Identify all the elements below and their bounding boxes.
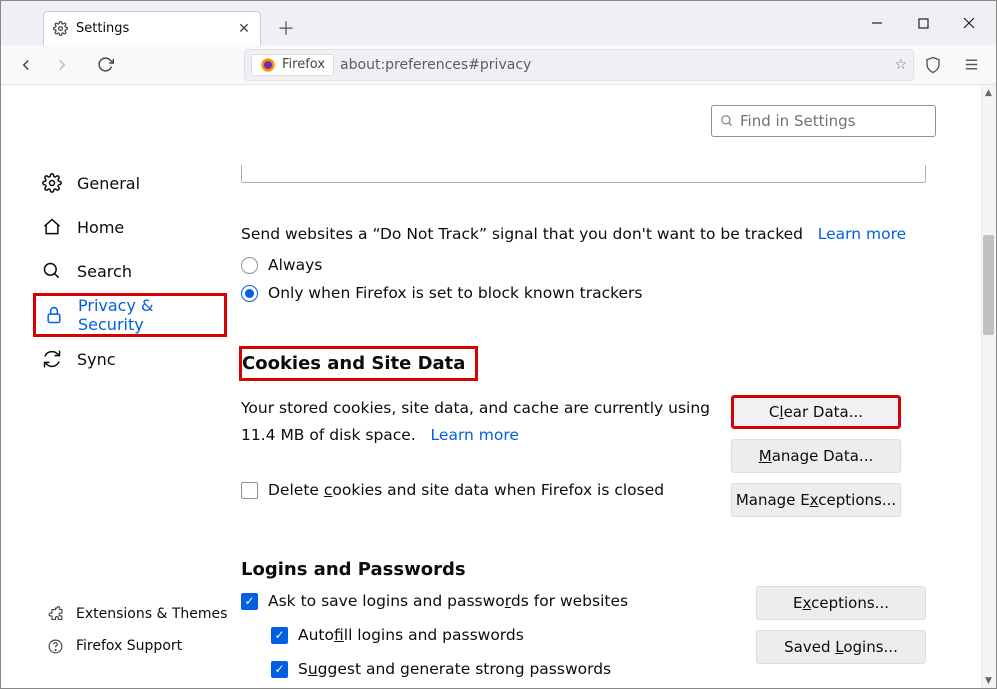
dnt-radio-always[interactable]: Always bbox=[241, 256, 926, 274]
gear-icon bbox=[52, 21, 68, 37]
saved-logins-button[interactable]: Saved Logins... bbox=[756, 630, 926, 664]
sidebar-item-general[interactable]: General bbox=[41, 161, 241, 205]
reload-button[interactable] bbox=[88, 49, 122, 81]
suggest-passwords-checkbox[interactable]: Suggest and generate strong passwords bbox=[271, 660, 736, 678]
firefox-icon bbox=[260, 57, 276, 73]
radio-unchecked-icon[interactable] bbox=[241, 257, 258, 274]
sidebar-footer-label: Extensions & Themes bbox=[76, 606, 227, 622]
forward-button[interactable] bbox=[45, 49, 79, 81]
minimize-button[interactable] bbox=[854, 7, 900, 39]
sidebar-item-label: Sync bbox=[77, 350, 116, 369]
main-content: Send websites a “Do Not Track” signal th… bbox=[241, 85, 996, 688]
checkbox-label: Suggest and generate strong passwords bbox=[298, 660, 611, 678]
dnt-learn-more-link[interactable]: Learn more bbox=[818, 225, 906, 243]
sync-icon bbox=[41, 348, 63, 370]
sidebar-footer-support[interactable]: Firefox Support bbox=[47, 630, 241, 662]
sidebar: General Home Search Privacy & Security S… bbox=[1, 85, 241, 688]
back-button[interactable] bbox=[9, 49, 43, 81]
gear-icon bbox=[41, 172, 63, 194]
checkbox-unchecked-icon[interactable] bbox=[241, 482, 258, 499]
clear-data-button[interactable]: Clear Data... bbox=[731, 395, 901, 429]
home-icon bbox=[41, 216, 63, 238]
puzzle-icon bbox=[47, 606, 64, 623]
manage-exceptions-button[interactable]: Manage Exceptions... bbox=[731, 483, 901, 517]
sidebar-item-label: General bbox=[77, 174, 140, 193]
checkbox-label: Autofill logins and passwords bbox=[298, 626, 524, 644]
cookies-desc: Your stored cookies, site data, and cach… bbox=[241, 395, 711, 448]
prior-section-box bbox=[241, 165, 926, 183]
lock-icon bbox=[44, 304, 64, 326]
sidebar-item-search[interactable]: Search bbox=[41, 249, 241, 293]
logins-heading: Logins and Passwords bbox=[241, 559, 466, 580]
radio-label: Only when Firefox is set to block known … bbox=[268, 284, 643, 302]
sidebar-item-label: Privacy & Security bbox=[78, 296, 204, 334]
url-bar[interactable]: Firefox about:preferences#privacy ☆ bbox=[244, 49, 914, 81]
dnt-radio-default[interactable]: Only when Firefox is set to block known … bbox=[241, 284, 926, 302]
checkbox-checked-icon[interactable] bbox=[271, 661, 288, 678]
sidebar-item-label: Home bbox=[77, 218, 124, 237]
dnt-text: Send websites a “Do Not Track” signal th… bbox=[241, 223, 926, 246]
cookies-learn-more-link[interactable]: Learn more bbox=[431, 426, 519, 444]
checkbox-label: Ask to save logins and passwords for web… bbox=[268, 592, 628, 610]
radio-checked-icon[interactable] bbox=[241, 285, 258, 302]
new-tab-button[interactable]: ＋ bbox=[271, 13, 301, 43]
maximize-button[interactable] bbox=[900, 7, 946, 39]
identity-box[interactable]: Firefox bbox=[251, 54, 334, 76]
sidebar-item-sync[interactable]: Sync bbox=[41, 337, 241, 381]
tab-title: Settings bbox=[76, 21, 228, 36]
search-icon bbox=[41, 260, 63, 282]
autofill-checkbox[interactable]: Autofill logins and passwords bbox=[271, 626, 736, 644]
browser-tab[interactable]: Settings ✕ bbox=[43, 11, 261, 45]
pocket-icon[interactable] bbox=[916, 49, 950, 81]
checkbox-label: Delete cookies and site data when Firefo… bbox=[268, 481, 664, 499]
radio-label: Always bbox=[268, 256, 322, 274]
nav-toolbar: Firefox about:preferences#privacy ☆ bbox=[1, 45, 996, 85]
sidebar-item-home[interactable]: Home bbox=[41, 205, 241, 249]
app-menu-icon[interactable] bbox=[954, 49, 988, 81]
close-tab-icon[interactable]: ✕ bbox=[236, 21, 252, 37]
question-icon bbox=[47, 638, 64, 655]
url-text: about:preferences#privacy bbox=[340, 57, 531, 73]
settings-page: ▲ ▼ Find in Settings General Home Search… bbox=[1, 85, 996, 688]
titlebar: Settings ✕ ＋ bbox=[1, 1, 996, 45]
bookmark-star-icon[interactable]: ☆ bbox=[894, 57, 907, 73]
sidebar-item-privacy[interactable]: Privacy & Security bbox=[33, 293, 227, 337]
sidebar-item-label: Search bbox=[77, 262, 132, 281]
checkbox-checked-icon[interactable] bbox=[241, 593, 258, 610]
identity-label: Firefox bbox=[282, 57, 325, 72]
logins-exceptions-button[interactable]: Exceptions... bbox=[756, 586, 926, 620]
ask-save-checkbox[interactable]: Ask to save logins and passwords for web… bbox=[241, 592, 736, 610]
manage-data-button[interactable]: Manage Data... bbox=[731, 439, 901, 473]
sidebar-footer-label: Firefox Support bbox=[76, 638, 182, 654]
checkbox-checked-icon[interactable] bbox=[271, 627, 288, 644]
cookies-heading: Cookies and Site Data bbox=[239, 346, 478, 381]
sidebar-footer-extensions[interactable]: Extensions & Themes bbox=[47, 598, 241, 630]
window-close-button[interactable] bbox=[946, 7, 992, 39]
